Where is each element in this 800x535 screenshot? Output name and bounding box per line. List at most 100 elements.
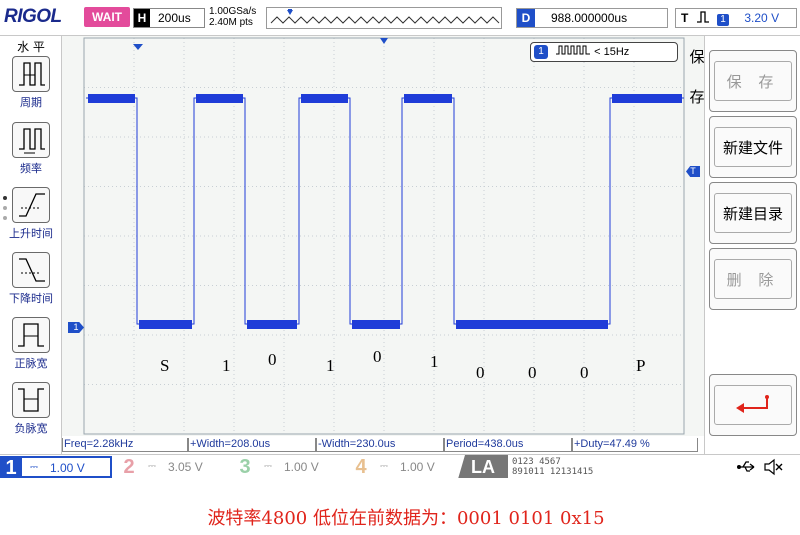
rising-edge-icon [696, 11, 709, 23]
save-button-label: 保 存 [714, 61, 792, 101]
measurement-bar: Freq=2.28kHz +Width=208.0us -Width=230.0… [62, 436, 704, 454]
horizontal-menu: 水 平 周期 频率 上升时间 下降时间 正脉宽 负脉宽 [0, 36, 62, 454]
channel-3-tab[interactable]: 3 ⎓ 1.00 V [234, 456, 346, 478]
new-file-label: 新建文件 [714, 127, 792, 167]
dc-coupling-icon: ⎓ [148, 461, 156, 472]
memory-overview[interactable] [266, 7, 502, 29]
horizontal-menu-title: 水 平 [17, 40, 45, 54]
channel-4-tab[interactable]: 4 ⎓ 1.00 V [350, 456, 460, 478]
trace-noise-band [352, 320, 400, 329]
delete-button[interactable]: 删 除 [709, 248, 797, 310]
fall-time-button[interactable]: 下降时间 [9, 252, 53, 306]
save-menu: 保 存 保 存 新建文件 新建目录 删 除 [689, 36, 800, 454]
trigger-display[interactable]: T 1 3.20 V [675, 8, 797, 28]
trace-noise-band [301, 94, 348, 103]
trace-noise-band [456, 320, 608, 329]
timebase-value: 200us [158, 11, 191, 25]
bit-label: S [160, 356, 170, 375]
bit-label: P [636, 356, 646, 375]
bit-label: 1 [430, 352, 439, 371]
dc-coupling-icon: ⎓ [30, 462, 38, 473]
waveform-grid [62, 36, 704, 436]
back-button-frame [714, 385, 792, 425]
measure-duty[interactable]: +Duty=47.49 % [572, 438, 698, 452]
run-state-badge[interactable]: WAIT [84, 7, 130, 27]
fall-time-label: 下降时间 [9, 292, 53, 305]
frequency-counter: 1 < 15Hz [530, 42, 678, 62]
channel-4-number: 4 [355, 456, 367, 478]
positive-width-label: 正脉宽 [14, 357, 48, 370]
trigger-channel-badge: 1 [717, 14, 730, 26]
bit-label: 1 [222, 356, 231, 375]
bit-label: 0 [476, 363, 485, 382]
new-file-button[interactable]: 新建文件 [709, 116, 797, 178]
digital-channels: 0123 4567 891011 12131415 [512, 457, 593, 477]
save-menu-title-char: 存 [689, 88, 705, 106]
period-label: 周期 [20, 96, 42, 109]
trace-noise-band [247, 320, 297, 329]
period-icon [12, 56, 50, 92]
delay-label: D [517, 9, 535, 27]
trace-noise-band [612, 94, 682, 103]
memory-waveform-icon [270, 9, 500, 24]
back-button[interactable] [709, 374, 797, 436]
dc-coupling-icon: ⎓ [264, 461, 272, 472]
delay-value: 988.000000us [551, 11, 628, 25]
frequency-icon [12, 122, 50, 158]
counter-value: < 15Hz [594, 46, 630, 58]
channel-3-number: 3 [239, 456, 251, 478]
channel-1-scale: 1.00 V [50, 461, 85, 475]
channel-3-scale: 1.00 V [284, 460, 319, 474]
sample-rate: 1.00GSa/s [209, 6, 257, 17]
square-wave-icon [556, 45, 591, 55]
channel-2-number: 2 [123, 456, 135, 478]
digital-channels-row-2: 891011 12131415 [512, 467, 594, 477]
negative-width-button[interactable]: 负脉宽 [10, 382, 52, 436]
trigger-label: T [681, 11, 689, 25]
sample-info: 1.00GSa/s 2.40M pts [209, 6, 256, 28]
channel-1-number: 1 [0, 456, 22, 478]
save-button[interactable]: 保 存 [709, 50, 797, 112]
measure-negative-width[interactable]: -Width=230.0us [316, 438, 444, 452]
positive-width-button[interactable]: 正脉宽 [10, 317, 52, 371]
positive-width-icon [12, 317, 50, 353]
bit-label: 1 [326, 356, 335, 375]
channel-2-tab[interactable]: 2 ⎓ 3.05 V [118, 456, 230, 478]
page-indicator [3, 196, 8, 226]
rise-time-button[interactable]: 上升时间 [9, 187, 53, 241]
measure-frequency[interactable]: Freq=2.28kHz [62, 438, 188, 452]
bit-label: 0 [268, 350, 277, 369]
new-folder-button[interactable]: 新建目录 [709, 182, 797, 244]
oscilloscope-screen: RIGOL WAIT H 200us 1.00GSa/s 2.40M pts D 9… [0, 0, 800, 478]
channel-bar: 1 ⎓ 1.00 V 2 ⎓ 3.05 V 3 ⎓ 1.00 V 4 ⎓ 1.0… [0, 454, 800, 478]
counter-channel-badge: 1 [534, 45, 548, 59]
rise-time-icon [12, 187, 50, 223]
period-button[interactable]: 周期 [10, 56, 52, 110]
memory-depth: 2.40M pts [209, 17, 253, 28]
measure-positive-width[interactable]: +Width=208.0us [188, 438, 316, 452]
trace-noise-band [196, 94, 243, 103]
trigger-level: 3.20 V [744, 11, 780, 25]
bit-label: 0 [580, 363, 589, 382]
frequency-button[interactable]: 频率 [10, 122, 52, 176]
mute-speaker-icon[interactable] [762, 458, 784, 476]
caption-text: 波特率4800 低位在前数据为：0001 0101 0x15 [207, 508, 605, 529]
logic-analyzer-tab[interactable]: LA [458, 455, 508, 478]
save-menu-title-char: 保 [689, 48, 705, 66]
horizontal-label: H [134, 9, 150, 27]
measure-period[interactable]: Period=438.0us [444, 438, 572, 452]
return-arrow-icon [736, 395, 769, 413]
new-folder-label: 新建目录 [714, 193, 792, 233]
timebase-display[interactable]: H 200us [133, 8, 205, 28]
dc-coupling-icon: ⎓ [380, 461, 388, 472]
channel-4-scale: 1.00 V [400, 460, 435, 474]
delay-display[interactable]: D 988.000000us [516, 8, 668, 28]
channel-1-tab[interactable]: 1 ⎓ 1.00 V [0, 456, 112, 478]
bit-label: 0 [373, 347, 382, 366]
waveform-area[interactable] [62, 36, 704, 436]
bit-label: 0 [528, 363, 537, 382]
trace-noise-band [88, 94, 135, 103]
delete-label: 删 除 [714, 259, 792, 299]
negative-width-label: 负脉宽 [14, 422, 48, 435]
channel-2-scale: 3.05 V [168, 460, 203, 474]
